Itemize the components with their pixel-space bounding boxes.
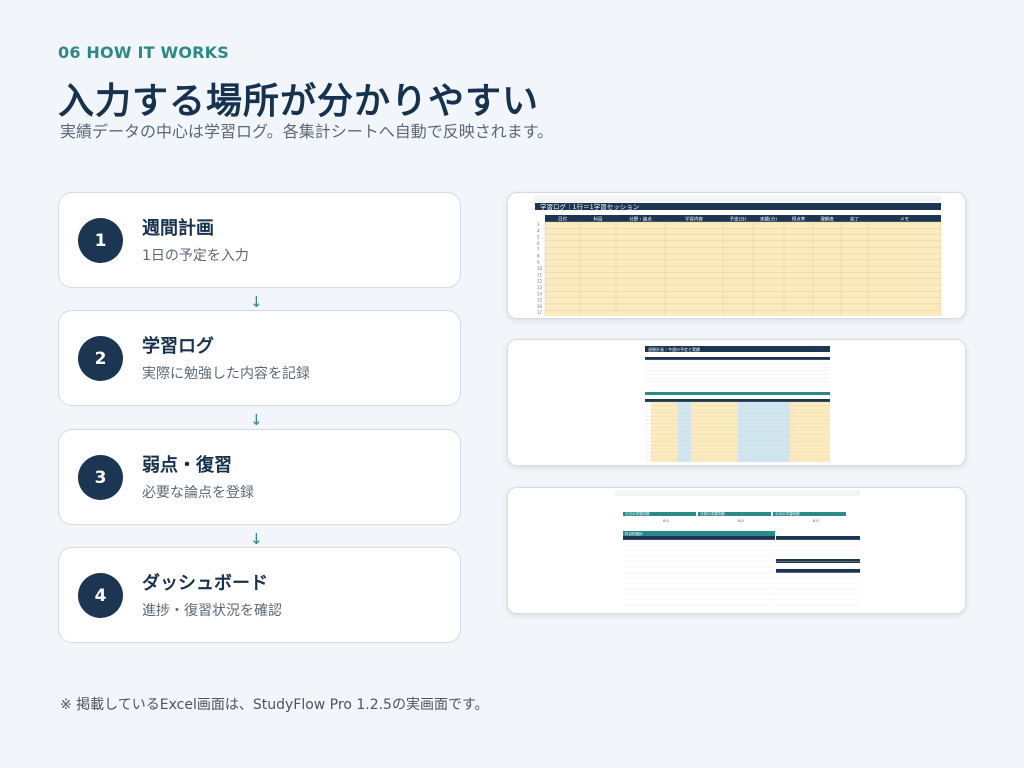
svg-text:今月の学習時間: 今月の学習時間 [775, 511, 800, 516]
step-number-badge: 2 [78, 336, 123, 381]
svg-text:0.0: 0.0 [738, 519, 744, 523]
dashboard-sheet-image: 今日の学習時間 0.0 今週の学習時間 0.0 今月の学習時間 0.0 科目別進捗 [508, 488, 965, 613]
step-number-badge: 1 [78, 218, 123, 263]
svg-text:0.0: 0.0 [813, 519, 819, 523]
log-header-cell: 分野・論点 [629, 216, 652, 223]
log-header-cell: 完了 [850, 216, 859, 223]
arrow-down-icon: ↓ [250, 411, 263, 429]
log-header-cell: 得点率 [792, 216, 806, 223]
step-title: 週間計画 [142, 218, 214, 239]
svg-text:今週の学習時間: 今週の学習時間 [700, 511, 725, 516]
arrow-down-icon: ↓ [250, 530, 263, 548]
log-header-cell: 日付 [558, 216, 567, 223]
step-description: 1日の予定を入力 [142, 248, 249, 264]
step-description: 必要な論点を登録 [142, 485, 254, 501]
step-title: 学習ログ [142, 336, 214, 357]
step-number-badge: 3 [78, 455, 123, 500]
svg-text:17: 17 [537, 310, 543, 315]
footnote: ※ 掲載しているExcel画面は、StudyFlow Pro 1.2.5の実画面… [60, 697, 489, 713]
svg-text:14: 14 [537, 291, 543, 296]
log-header-cell: 予定(分) [729, 216, 746, 223]
svg-text:学習ログ｜1行＝1学習セッション: 学習ログ｜1行＝1学習セッション [540, 202, 639, 211]
svg-text:11: 11 [537, 272, 543, 277]
svg-text:0.0: 0.0 [663, 519, 669, 523]
step-card-weakness-review: 3 弱点・復習 必要な論点を登録 [58, 429, 461, 525]
log-header-cell: 理解度 [820, 216, 834, 223]
svg-text:今日の学習時間: 今日の学習時間 [625, 511, 650, 516]
weekly-plan-sheet-image: 週間計画｜今週の予定と実績 [508, 340, 965, 465]
step-description: 進捗・復習状況を確認 [142, 603, 282, 619]
svg-text:16: 16 [537, 304, 543, 309]
svg-text:15: 15 [537, 298, 543, 303]
screenshot-dashboard: 今日の学習時間 0.0 今週の学習時間 0.0 今月の学習時間 0.0 科目別進捗 [507, 487, 966, 614]
page-title: 入力する場所が分かりやすい [58, 81, 540, 122]
step-title: ダッシュボード [142, 573, 268, 594]
svg-text:13: 13 [537, 285, 543, 290]
step-card-study-log: 2 学習ログ 実際に勉強した内容を記録 [58, 310, 461, 406]
step-description: 実際に勉強した内容を記録 [142, 366, 310, 382]
study-log-sheet-image: 学習ログ｜1行＝1学習セッション 日付 科目 分野・論点 学習内容 予定(分) 実績(分)… [508, 193, 965, 318]
arrow-down-icon: ↓ [250, 293, 263, 311]
step-title: 弱点・復習 [142, 455, 232, 476]
screenshot-weekly-plan: 週間計画｜今週の予定と実績 [507, 339, 966, 466]
svg-text:週間計画｜今週の予定と実績: 週間計画｜今週の予定と実績 [648, 346, 700, 352]
step-number-badge: 4 [78, 573, 123, 618]
page-subtitle: 実績データの中心は学習ログ。各集計シートへ自動で反映されます。 [60, 122, 554, 141]
screenshot-study-log: 学習ログ｜1行＝1学習セッション 日付 科目 分野・論点 学習内容 予定(分) 実績(分)… [507, 192, 966, 319]
log-header-cell: 実績(分) [760, 216, 777, 223]
svg-text:10: 10 [537, 266, 543, 271]
log-header-cell: 学習内容 [685, 216, 703, 223]
step-card-weekly-plan: 1 週間計画 1日の予定を入力 [58, 192, 461, 288]
svg-text:科目別進捗: 科目別進捗 [625, 531, 643, 536]
log-header-cell: 科目 [594, 216, 603, 223]
step-card-dashboard: 4 ダッシュボード 進捗・復習状況を確認 [58, 547, 461, 643]
log-header-cell: メモ [900, 217, 909, 223]
section-label: 06 HOW IT WORKS [58, 43, 229, 62]
svg-text:12: 12 [537, 279, 543, 284]
